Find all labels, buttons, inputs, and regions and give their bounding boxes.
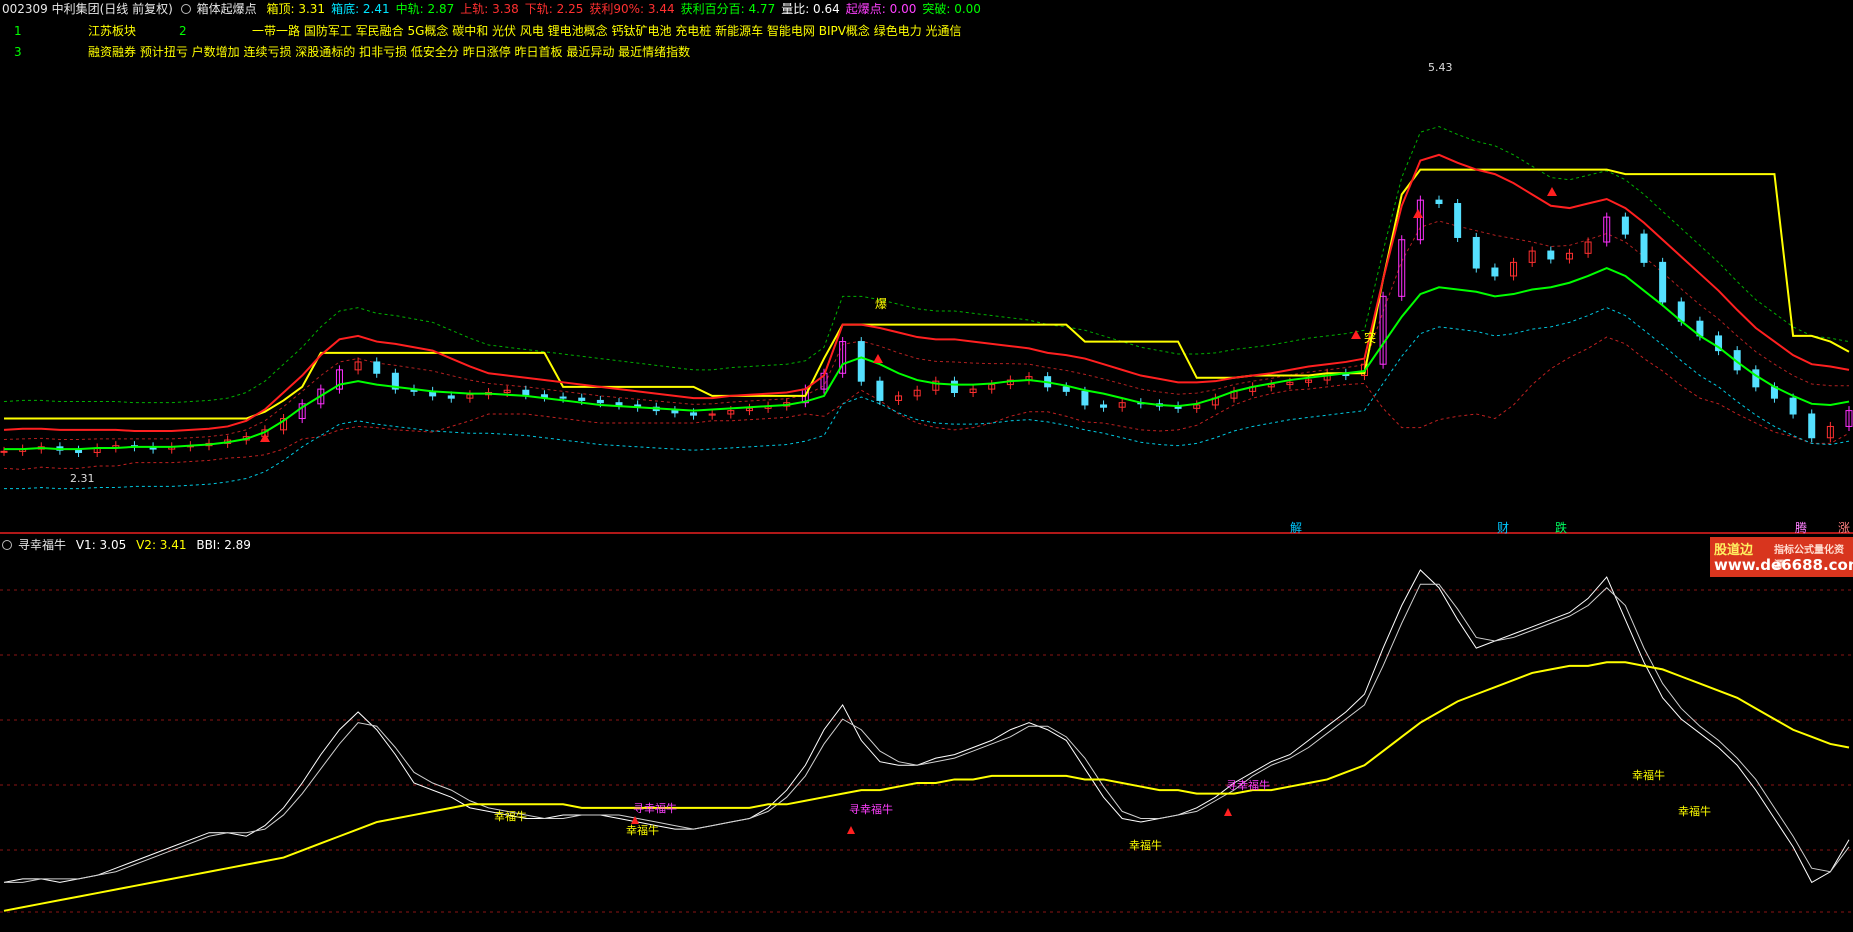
series-line-3 bbox=[3, 153, 1850, 432]
candle-body bbox=[1659, 261, 1667, 303]
xfn-label-0: 寻幸福牛 bbox=[633, 801, 677, 815]
fn-label-0: 幸福牛 bbox=[494, 809, 527, 823]
candle-body bbox=[1062, 386, 1070, 392]
candle-body bbox=[1100, 404, 1108, 408]
fn-label-4: 幸福牛 bbox=[1678, 804, 1711, 818]
row1-concepts: 一带一路 国防军工 军民融合 5G概念 碳中和 光伏 风电 锂电池概念 钙钛矿电… bbox=[252, 24, 962, 38]
fn-label-1: 幸福牛 bbox=[626, 823, 659, 837]
indicator-value-0: 箱顶: 3.31 bbox=[266, 2, 326, 16]
candle-body bbox=[1472, 236, 1480, 269]
candle-body bbox=[615, 402, 623, 406]
candle-body bbox=[1808, 413, 1816, 439]
lower-indicator-name[interactable]: 寻幸福牛 bbox=[18, 538, 66, 552]
candle-body bbox=[447, 395, 455, 399]
candle-body bbox=[671, 410, 679, 414]
lower-series-0 bbox=[3, 569, 1850, 884]
xfn-label-2: 寻幸福牛 bbox=[1226, 778, 1270, 792]
chart-canvas: 5.432.31突爆解财跌腾涨寻幸福牛 寻幸福牛寻幸福牛幸福牛幸福牛幸福牛幸福牛幸… bbox=[0, 61, 1853, 913]
candle-body bbox=[1081, 390, 1089, 406]
indicator-name[interactable]: 箱体起爆点 bbox=[197, 2, 257, 16]
signal-triangle bbox=[1547, 187, 1557, 196]
candle-body bbox=[1621, 216, 1629, 235]
candle-body bbox=[1789, 397, 1797, 415]
candle-body bbox=[540, 394, 548, 398]
upper-chart[interactable] bbox=[0, 126, 1853, 490]
up-arrow-icon bbox=[847, 826, 855, 834]
fn-label-2: 幸福牛 bbox=[1129, 838, 1162, 852]
indicator-value-3: 上轨: 3.38 bbox=[460, 2, 519, 16]
row1-number: 1 bbox=[14, 24, 22, 38]
lower-series-2 bbox=[3, 661, 1850, 912]
gear-icon[interactable] bbox=[180, 4, 191, 14]
bbi-value: BBI: 2.89 bbox=[196, 538, 251, 552]
lower-header: 寻幸福牛 V1: 3.05 V2: 3.41 BBI: 2.89 bbox=[2, 537, 257, 553]
event-marker-1: 财 bbox=[1497, 521, 1509, 535]
row1-block: 江苏板块 bbox=[88, 24, 137, 38]
candle-body bbox=[1547, 250, 1555, 260]
lower-chart[interactable] bbox=[3, 569, 1850, 912]
candle-body bbox=[596, 399, 604, 404]
indicator-value-8: 起爆点: 0.00 bbox=[845, 2, 917, 16]
breakout-mark: 突 bbox=[1364, 330, 1376, 345]
lower-series-1 bbox=[4, 583, 1850, 883]
profit-line bbox=[3, 126, 1850, 404]
indicator-value-2: 中轨: 2.87 bbox=[395, 2, 455, 16]
low-price-label: 2.31 bbox=[70, 472, 95, 485]
candle-body bbox=[578, 397, 586, 401]
indicator-value-4: 下轨: 2.25 bbox=[524, 2, 584, 16]
candle-body bbox=[690, 412, 698, 416]
row2-number: 3 bbox=[14, 45, 22, 59]
signal-triangle bbox=[873, 354, 883, 363]
candle-body bbox=[559, 396, 567, 399]
candle-body bbox=[522, 389, 530, 396]
signal-triangle bbox=[1351, 330, 1361, 339]
candle-body bbox=[1640, 233, 1648, 263]
v2-value: V2: 3.41 bbox=[136, 538, 187, 552]
indicator-value-7: 量比: 0.64 bbox=[781, 2, 840, 16]
indicator-value-5: 获利90%: 3.44 bbox=[589, 2, 675, 16]
stock-title[interactable]: 002309 中利集团(日线 前复权) bbox=[2, 2, 173, 16]
event-marker-4: 涨 bbox=[1838, 520, 1850, 535]
candle-body bbox=[0, 450, 8, 453]
indicator-value-1: 箱底: 2.41 bbox=[331, 2, 390, 16]
candle-body bbox=[1491, 267, 1499, 277]
candle-body bbox=[1752, 369, 1760, 388]
up-arrow-icon bbox=[1224, 808, 1232, 816]
candle-body bbox=[75, 449, 83, 453]
candle-body bbox=[876, 380, 884, 401]
signal-triangle bbox=[1413, 209, 1423, 218]
explode-mark: 爆 bbox=[875, 297, 887, 311]
candle-body bbox=[373, 361, 381, 374]
indicator-value-9: 突破: 0.00 bbox=[922, 2, 981, 16]
candle-body bbox=[1454, 203, 1462, 238]
indicator-value-6: 获利百分百: 4.77 bbox=[680, 2, 776, 16]
event-marker-3: 腾 bbox=[1795, 520, 1807, 535]
event-marker-0: 解 bbox=[1290, 521, 1302, 535]
xfn-label-1: 寻幸福牛 bbox=[849, 802, 893, 816]
grid-layer bbox=[0, 532, 1853, 913]
candle-body bbox=[1435, 199, 1443, 205]
watermark-url: www.de6688.com bbox=[1714, 556, 1853, 574]
box-bottom-line bbox=[4, 307, 1850, 490]
watermark-logo: 股道边 指标公式量化资源 www.de6688.com bbox=[1710, 537, 1853, 577]
indicator-values: 箱顶: 3.31 箱底: 2.41 中轨: 2.87 上轨: 3.38 下轨: 2.25… bbox=[266, 2, 986, 16]
gear-icon[interactable] bbox=[2, 540, 12, 550]
high-price-label: 5.43 bbox=[1428, 61, 1453, 74]
row1-number-2: 2 bbox=[179, 24, 187, 38]
series-line-2 bbox=[4, 266, 1850, 451]
event-marker-2: 跌 bbox=[1555, 520, 1567, 535]
row2-concepts: 融资融券 预计扭亏 户数增加 连续亏损 深股通标的 扣非亏损 低安全分 昨日涨停… bbox=[88, 45, 691, 59]
candle-body bbox=[857, 341, 865, 382]
upper-header: 002309 中利集团(日线 前复权) 箱体起爆点 箱顶: 3.31 箱底: 2.… bbox=[2, 1, 993, 17]
candle-body bbox=[950, 380, 958, 393]
v1-value: V1: 3.05 bbox=[75, 538, 127, 552]
fn-label-3: 幸福牛 bbox=[1632, 768, 1665, 782]
